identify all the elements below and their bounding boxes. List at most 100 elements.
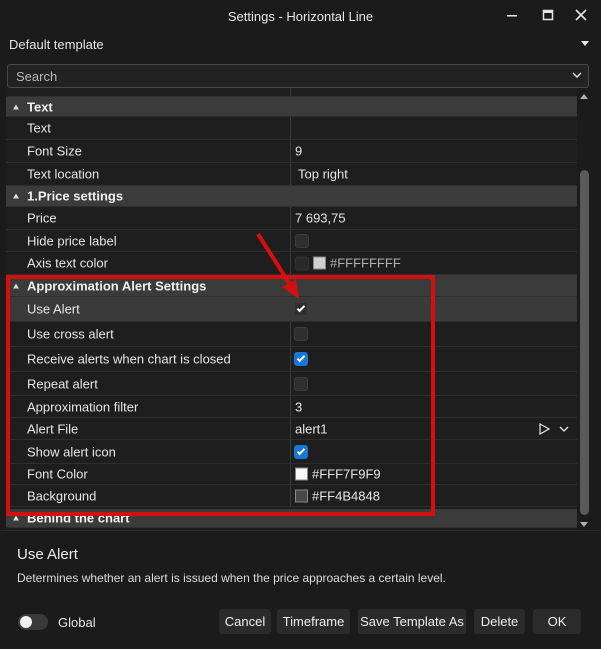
category-text[interactable]: Text [6, 97, 577, 117]
category-label: 1.Price settings [27, 188, 124, 204]
category-approximation-alert[interactable]: Approximation Alert Settings [6, 275, 577, 297]
color-value: #FFF7F9F9 [312, 466, 381, 482]
checkbox-checked[interactable] [294, 444, 308, 459]
property-row[interactable]: Repeat alert [6, 372, 577, 396]
property-value[interactable]: 9 [295, 144, 302, 159]
title-bar: Settings - Horizontal Line [0, 0, 601, 32]
collapse-triangle-icon[interactable] [13, 515, 19, 521]
property-value[interactable]: 7 693,75 [295, 211, 346, 226]
property-row[interactable]: Alert File alert1 [6, 418, 577, 440]
collapse-triangle-icon[interactable] [13, 193, 19, 199]
property-name: Use cross alert [27, 326, 114, 342]
property-row[interactable]: Approximation filter 3 [6, 396, 577, 418]
property-name: Receive alerts when chart is closed [27, 351, 231, 367]
collapse-triangle-icon[interactable] [13, 104, 19, 109]
global-toggle[interactable] [18, 614, 48, 630]
property-value[interactable] [295, 233, 309, 248]
save-template-as-button[interactable]: Save Template As [358, 609, 466, 634]
property-value[interactable]: #FF4B4848 [295, 488, 380, 503]
minimize-icon [507, 15, 517, 17]
checkbox[interactable] [294, 327, 308, 341]
property-name: Hide price label [27, 233, 117, 248]
footer-bar: Global Cancel Timeframe Save Template As… [0, 594, 601, 649]
property-name: Use Alert [27, 301, 80, 317]
toggle-knob [20, 616, 32, 628]
property-row[interactable]: Font Size 9 [6, 140, 577, 163]
property-value[interactable]: 3 [295, 399, 302, 414]
color-swatch[interactable] [313, 256, 326, 270]
search-placeholder: Search [16, 69, 58, 84]
property-name: Font Color [27, 466, 88, 482]
close-button[interactable] [569, 4, 593, 26]
chevron-down-icon[interactable] [571, 69, 583, 81]
property-row[interactable]: Receive alerts when chart is closed [6, 347, 577, 372]
scrollbar-thumb[interactable] [580, 170, 589, 515]
property-name: Background [27, 488, 97, 503]
property-row[interactable]: Axis text color #FFFFFFFF [6, 252, 577, 275]
description-panel: Use Alert Determines whether an alert is… [0, 530, 601, 594]
play-icon[interactable] [537, 422, 551, 436]
checkbox-checked[interactable] [294, 302, 308, 316]
property-row-selected[interactable]: Use Alert [6, 297, 577, 322]
chevron-down-icon[interactable] [558, 423, 570, 435]
property-value[interactable]: alert1 [295, 421, 328, 436]
property-row[interactable]: Show alert icon [6, 440, 577, 464]
property-value[interactable] [294, 302, 308, 316]
property-value[interactable] [294, 352, 308, 366]
property-value[interactable] [294, 327, 308, 341]
scroll-up-icon[interactable] [580, 94, 588, 99]
checkbox[interactable] [295, 233, 309, 248]
description-title: Use Alert [17, 546, 78, 563]
delete-button[interactable]: Delete [474, 609, 525, 634]
property-grid: Text Text Font Size 9 Text location Top … [6, 88, 577, 530]
ok-button[interactable]: OK [533, 609, 581, 634]
template-dropdown[interactable]: Default template [5, 33, 595, 55]
color-value: #FF4B4848 [312, 488, 380, 503]
global-label: Global [58, 615, 96, 630]
property-row[interactable]: Background #FF4B4848 [6, 485, 577, 507]
template-selected-value: Default template [9, 37, 104, 52]
collapse-triangle-icon[interactable] [13, 283, 19, 288]
property-name: Font Size [27, 143, 82, 159]
property-value[interactable]: Top right [298, 167, 348, 182]
scroll-down-icon[interactable] [580, 522, 588, 527]
property-name: Repeat alert [27, 376, 98, 391]
timeframe-button[interactable]: Timeframe [277, 609, 350, 634]
dropdown-arrow-icon [581, 41, 589, 46]
property-value[interactable] [294, 444, 308, 459]
description-text: Determines whether an alert is issued wh… [17, 571, 446, 585]
property-row[interactable]: Price 7 693,75 [6, 207, 577, 230]
property-value[interactable] [294, 376, 308, 391]
property-row[interactable]: Text location Top right [6, 163, 577, 186]
property-value[interactable]: #FFFFFFFF [295, 256, 401, 271]
property-name: Alert File [27, 421, 79, 436]
property-name: Text location [27, 166, 100, 182]
property-name: Axis text color [27, 255, 108, 271]
maximize-button[interactable] [536, 4, 560, 26]
property-name: Approximation filter [27, 399, 139, 414]
color-swatch[interactable] [295, 467, 308, 481]
search-input[interactable]: Search [7, 64, 589, 88]
property-value[interactable]: #FFF7F9F9 [295, 467, 381, 482]
category-label: Text [27, 99, 53, 114]
color-value: #FFFFFFFF [330, 255, 401, 271]
category-label: Approximation Alert Settings [27, 278, 207, 293]
color-swatch[interactable] [295, 489, 308, 502]
property-row-partial [6, 88, 577, 97]
checkbox[interactable] [294, 376, 308, 391]
property-name: Text [27, 120, 51, 136]
minimize-button[interactable] [500, 4, 524, 26]
property-row[interactable]: Text [6, 117, 577, 140]
property-row[interactable]: Font Color #FFF7F9F9 [6, 464, 577, 485]
property-name: Price [27, 210, 57, 226]
checkbox-checked[interactable] [294, 352, 308, 366]
close-icon [575, 9, 587, 21]
category-price-settings[interactable]: 1.Price settings [6, 186, 577, 207]
property-row[interactable]: Use cross alert [6, 322, 577, 347]
category-behind-chart[interactable]: Behind the chart [6, 509, 577, 528]
cancel-button[interactable]: Cancel [219, 609, 271, 634]
vertical-scrollbar[interactable] [578, 88, 591, 530]
maximize-icon [542, 9, 554, 21]
checkbox[interactable] [295, 256, 309, 270]
property-row[interactable]: Hide price label [6, 230, 577, 252]
